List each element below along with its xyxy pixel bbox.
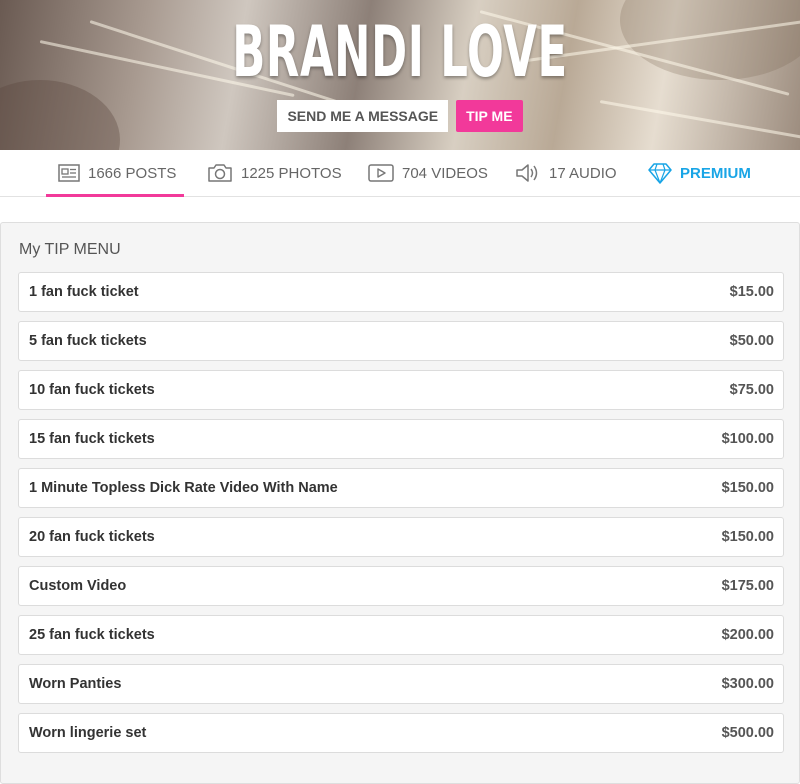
camera-icon	[208, 164, 232, 182]
speaker-icon	[516, 164, 538, 182]
tip-menu-item[interactable]: Custom Video $175.00	[18, 566, 784, 606]
tip-menu-item[interactable]: 15 fan fuck tickets $100.00	[18, 419, 784, 459]
tip-menu-item[interactable]: Worn lingerie set $500.00	[18, 713, 784, 753]
send-message-button[interactable]: SEND ME A MESSAGE	[277, 100, 449, 132]
posts-icon	[58, 164, 80, 182]
tab-audio-label: 17 AUDIO	[549, 164, 617, 182]
tip-menu-item[interactable]: 1 fan fuck ticket $15.00	[18, 272, 784, 312]
tip-item-name: Custom Video	[29, 578, 127, 594]
tip-item-price: $75.00	[729, 382, 774, 398]
tab-premium-label: PREMIUM	[680, 164, 751, 182]
tab-videos[interactable]: 704 VIDEOS	[368, 150, 488, 196]
tip-item-price: $150.00	[721, 529, 774, 545]
tip-item-name: Worn lingerie set	[29, 725, 147, 741]
tip-menu-item[interactable]: 20 fan fuck tickets $150.00	[18, 517, 784, 557]
tip-item-name: 1 Minute Topless Dick Rate Video With Na…	[29, 480, 338, 496]
tab-photos-label: 1225 PHOTOS	[241, 164, 342, 182]
tip-item-name: 1 fan fuck ticket	[29, 284, 139, 300]
profile-banner: BRANDI LOVE SEND ME A MESSAGE TIP ME	[0, 0, 800, 150]
tip-me-button[interactable]: TIP ME	[456, 100, 523, 132]
tip-menu-item[interactable]: Worn Panties $300.00	[18, 664, 784, 704]
tip-item-price: $500.00	[721, 725, 774, 741]
tip-item-name: 25 fan fuck tickets	[29, 627, 155, 643]
tip-item-name: 20 fan fuck tickets	[29, 529, 155, 545]
tip-menu-title: My TIP MENU	[19, 241, 121, 258]
tip-menu-item[interactable]: 10 fan fuck tickets $75.00	[18, 370, 784, 410]
tip-item-price: $200.00	[721, 627, 774, 643]
tab-videos-label: 704 VIDEOS	[402, 164, 488, 182]
tab-premium[interactable]: PREMIUM	[648, 150, 751, 196]
tip-menu-item[interactable]: 25 fan fuck tickets $200.00	[18, 615, 784, 655]
tip-item-name: 15 fan fuck tickets	[29, 431, 155, 447]
video-play-icon	[368, 164, 394, 182]
tip-item-name: 10 fan fuck tickets	[29, 382, 155, 398]
tip-item-price: $175.00	[721, 578, 774, 594]
tip-menu-item[interactable]: 1 Minute Topless Dick Rate Video With Na…	[18, 468, 784, 508]
tip-menu-panel: My TIP MENU 1 fan fuck ticket $15.00 5 f…	[0, 222, 800, 784]
profile-tabs: 1666 POSTS 1225 PHOTOS 704 VIDEOS 17 AUD…	[0, 150, 800, 197]
banner-actions: SEND ME A MESSAGE TIP ME	[0, 100, 800, 132]
tip-item-price: $15.00	[729, 284, 774, 300]
tip-menu-item[interactable]: 5 fan fuck tickets $50.00	[18, 321, 784, 361]
tip-menu-list: 1 fan fuck ticket $15.00 5 fan fuck tick…	[18, 272, 784, 762]
diamond-icon	[648, 163, 672, 184]
tip-item-price: $50.00	[729, 333, 774, 349]
tip-item-price: $100.00	[721, 431, 774, 447]
tip-item-price: $150.00	[721, 480, 774, 496]
tip-item-price: $300.00	[721, 676, 774, 692]
tip-item-name: Worn Panties	[29, 676, 122, 692]
tab-photos[interactable]: 1225 PHOTOS	[207, 150, 342, 196]
tab-audio[interactable]: 17 AUDIO	[515, 150, 617, 196]
tab-posts[interactable]: 1666 POSTS	[45, 150, 185, 197]
profile-name: BRANDI LOVE	[232, 11, 568, 93]
tip-item-name: 5 fan fuck tickets	[29, 333, 147, 349]
tab-posts-label: 1666 POSTS	[88, 164, 177, 182]
